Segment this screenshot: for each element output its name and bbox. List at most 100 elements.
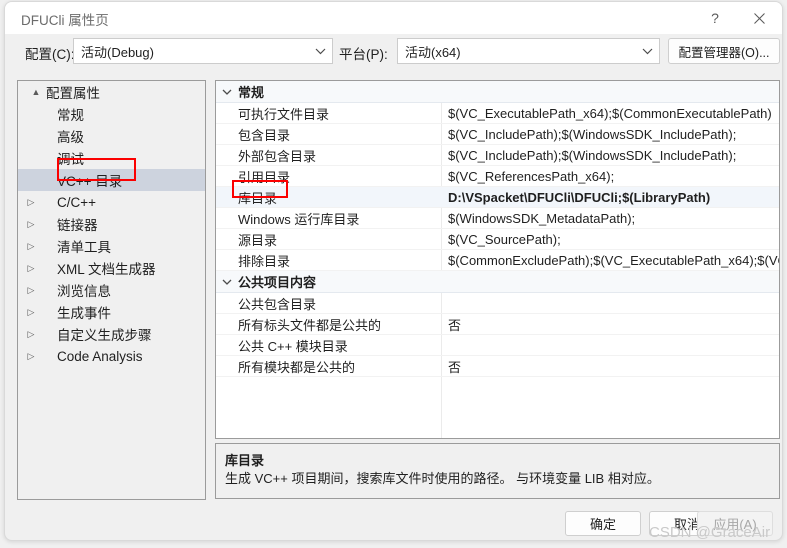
- property-name: 公共项目内容: [238, 275, 317, 290]
- property-row[interactable]: 所有标头文件都是公共的 否: [216, 314, 779, 335]
- property-row[interactable]: 引用目录 $(VC_ReferencesPath_x64);: [216, 166, 779, 187]
- tree-item[interactable]: ▷ C/C++: [18, 191, 205, 213]
- property-name: 可执行文件目录: [238, 106, 330, 122]
- configuration-manager-button[interactable]: 配置管理器(O)...: [668, 38, 780, 64]
- chevron-down-icon[interactable]: [216, 89, 238, 95]
- tree-item-label: 自定义生成步骤: [57, 328, 152, 343]
- chevron-right-icon[interactable]: ▷: [22, 219, 40, 230]
- tree-item[interactable]: ▷ 浏览信息: [18, 279, 205, 301]
- property-pages-dialog: DFUCli 属性页 ? 配置(C): 活动(Debug) 平台(P): 活动(…: [4, 1, 783, 541]
- configuration-dropdown[interactable]: 活动(Debug): [73, 38, 333, 64]
- tree-item-label: 链接器: [57, 218, 98, 233]
- tree-item-label: 生成事件: [57, 306, 111, 321]
- configuration-label: 配置(C):: [25, 47, 75, 62]
- tree-item-label: XML 文档生成器: [57, 262, 156, 277]
- description-body: 生成 VC++ 项目期间，搜索库文件时使用的路径。 与环境变量 LIB 相对应。: [225, 471, 660, 486]
- dialog-title: DFUCli 属性页: [21, 13, 109, 28]
- property-row[interactable]: 库目录 D:\VSpacket\DFUCli\DFUCli;$(LibraryPa…: [216, 187, 779, 208]
- property-row[interactable]: 可执行文件目录 $(VC_ExecutablePath_x64);$(Common…: [216, 103, 779, 124]
- property-name: 所有模块都是公共的: [238, 359, 356, 375]
- tree-item[interactable]: ▷ XML 文档生成器: [18, 257, 205, 279]
- property-value[interactable]: $(VC_ExecutablePath_x64);$(CommonExecuta…: [441, 106, 779, 121]
- chevron-right-icon[interactable]: ▷: [22, 285, 40, 296]
- tree-item[interactable]: ▷ Code Analysis: [18, 345, 205, 367]
- property-row[interactable]: 包含目录 $(VC_IncludePath);$(WindowsSDK_Inclu…: [216, 124, 779, 145]
- property-name: Windows 运行库目录: [238, 211, 360, 227]
- tree-item-label: Code Analysis: [57, 348, 143, 364]
- property-name: 源目录: [238, 232, 278, 248]
- question-mark-icon: ?: [711, 10, 719, 26]
- property-category-row[interactable]: 公共项目内容: [216, 271, 779, 293]
- property-name: 公共包含目录: [238, 296, 317, 312]
- description-title: 库目录: [225, 453, 265, 468]
- configuration-value: 活动(Debug): [81, 44, 154, 60]
- chevron-down-icon[interactable]: [216, 279, 238, 285]
- property-name: 包含目录: [238, 127, 291, 143]
- property-value[interactable]: $(VC_SourcePath);: [441, 232, 779, 247]
- property-name: 公共 C++ 模块目录: [238, 338, 348, 354]
- dialog-footer: 确定 取消 应用(A): [5, 507, 782, 540]
- tree-item[interactable]: 高级: [18, 125, 205, 147]
- description-panel: 库目录 生成 VC++ 项目期间，搜索库文件时使用的路径。 与环境变量 LIB …: [215, 443, 780, 499]
- tree-item[interactable]: ▲ 配置属性: [18, 81, 205, 103]
- tree-item-label: VC++ 目录: [57, 174, 123, 189]
- tree-item[interactable]: ▷ 自定义生成步骤: [18, 323, 205, 345]
- property-name: 常规: [238, 85, 265, 100]
- configuration-bar: 配置(C): 活动(Debug) 平台(P): 活动(x64) 配置管理器(O)…: [5, 34, 782, 70]
- tree-item[interactable]: VC++ 目录: [18, 169, 205, 191]
- property-value[interactable]: 否: [441, 315, 779, 334]
- property-grid-panel[interactable]: 常规可执行文件目录 $(VC_ExecutablePath_x64);$(Comm…: [215, 80, 780, 439]
- chevron-right-icon[interactable]: ▷: [22, 241, 40, 252]
- property-name: 排除目录: [238, 253, 291, 269]
- tree-item-label: 调试: [57, 152, 84, 167]
- tree-item[interactable]: 常规: [18, 103, 205, 125]
- chevron-down-icon: [635, 48, 659, 55]
- property-category-row[interactable]: 常规: [216, 81, 779, 103]
- platform-dropdown[interactable]: 活动(x64): [397, 38, 660, 64]
- tree-item[interactable]: ▷ 生成事件: [18, 301, 205, 323]
- property-name: 外部包含目录: [238, 148, 317, 164]
- property-value[interactable]: 否: [441, 357, 779, 376]
- tree-item-label: 清单工具: [57, 240, 111, 255]
- chevron-right-icon[interactable]: ▷: [22, 263, 40, 274]
- dialog-titlebar: DFUCli 属性页 ?: [5, 2, 782, 34]
- chevron-right-icon[interactable]: ▷: [22, 307, 40, 318]
- help-button[interactable]: ?: [693, 2, 737, 34]
- property-value[interactable]: D:\VSpacket\DFUCli\DFUCli;$(LibraryPath): [441, 190, 779, 205]
- property-row[interactable]: 排除目录 $(CommonExcludePath);$(VC_Executable…: [216, 250, 779, 271]
- property-row[interactable]: 公共包含目录: [216, 293, 779, 314]
- settings-tree-panel[interactable]: ▲ 配置属性常规高级调试 VC++ 目录 ▷ C/C++ ▷ 链接器 ▷ 清单工具 ▷ XML 文档…: [17, 80, 206, 500]
- property-value[interactable]: $(WindowsSDK_MetadataPath);: [441, 211, 779, 226]
- platform-value: 活动(x64): [405, 44, 461, 60]
- tree-item[interactable]: ▷ 链接器: [18, 213, 205, 235]
- property-value[interactable]: $(VC_ReferencesPath_x64);: [441, 169, 779, 184]
- chevron-right-icon[interactable]: ▷: [22, 197, 40, 208]
- property-row[interactable]: 所有模块都是公共的 否: [216, 356, 779, 377]
- property-value[interactable]: $(CommonExcludePath);$(VC_ExecutablePath…: [441, 253, 779, 268]
- ok-button[interactable]: 确定: [565, 511, 641, 536]
- tree-item-label: C/C++: [57, 194, 97, 210]
- tree-item-label: 高级: [57, 130, 84, 145]
- property-row[interactable]: 源目录 $(VC_SourcePath);: [216, 229, 779, 250]
- close-icon: [753, 12, 765, 24]
- property-row[interactable]: Windows 运行库目录 $(WindowsSDK_MetadataPath);: [216, 208, 779, 229]
- property-row[interactable]: 公共 C++ 模块目录: [216, 335, 779, 356]
- property-name: 引用目录: [238, 169, 291, 185]
- chevron-right-icon[interactable]: ▷: [22, 329, 40, 340]
- property-row[interactable]: 外部包含目录 $(VC_IncludePath);$(WindowsSDK_Inc…: [216, 145, 779, 166]
- apply-button: 应用(A): [697, 511, 773, 536]
- screenshot-root: DFUCli 属性页 ? 配置(C): 活动(Debug) 平台(P): 活动(…: [0, 0, 787, 548]
- chevron-right-icon[interactable]: ▷: [22, 351, 40, 362]
- tree-item-label: 浏览信息: [57, 284, 111, 299]
- tree-item[interactable]: ▷ 清单工具: [18, 235, 205, 257]
- tree-item[interactable]: 调试: [18, 147, 205, 169]
- tree-item-label: 常规: [57, 108, 84, 123]
- chevron-down-icon: [308, 48, 332, 55]
- close-button[interactable]: [737, 2, 781, 34]
- property-value[interactable]: $(VC_IncludePath);$(WindowsSDK_IncludePa…: [441, 148, 779, 163]
- property-name: 库目录: [238, 190, 278, 206]
- tree-item-label: 配置属性: [46, 86, 100, 101]
- property-value[interactable]: $(VC_IncludePath);$(WindowsSDK_IncludePa…: [441, 127, 779, 142]
- expander-icon[interactable]: ▲: [27, 87, 45, 97]
- property-name: 所有标头文件都是公共的: [238, 317, 382, 333]
